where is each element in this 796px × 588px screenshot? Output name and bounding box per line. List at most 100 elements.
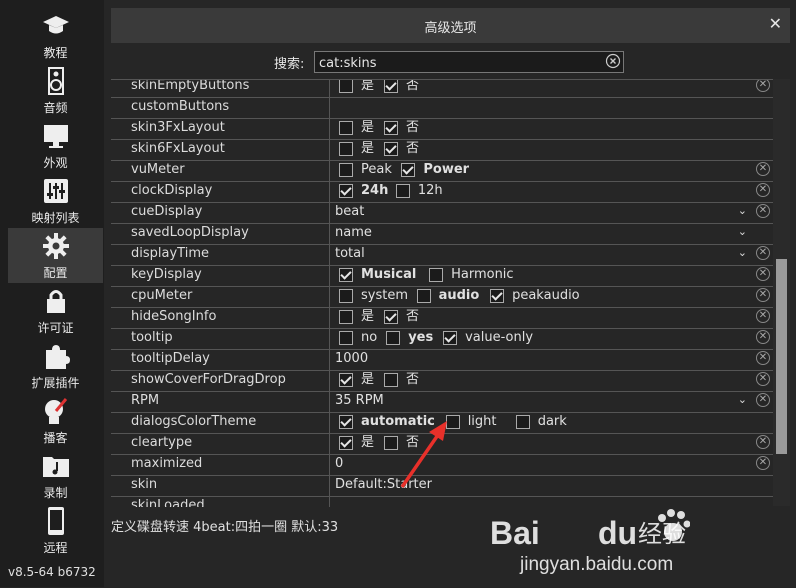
checkbox[interactable] xyxy=(384,310,398,324)
option-value-cell[interactable]: 1000 ✕ xyxy=(331,349,773,370)
sidebar-item-8[interactable]: 播客 xyxy=(8,393,103,448)
option-choice[interactable]: 是 xyxy=(339,80,374,94)
sidebar-item-9[interactable]: 录制 xyxy=(8,448,103,503)
option-choice[interactable]: yes xyxy=(386,330,433,346)
option-choice[interactable]: 是 xyxy=(339,141,374,157)
close-icon[interactable]: ✕ xyxy=(769,14,782,33)
option-choice[interactable]: 是 xyxy=(339,435,374,451)
option-choice[interactable]: Harmonic xyxy=(429,267,514,283)
option-value-cell[interactable]: Musical Harmonic ✕ xyxy=(331,265,773,286)
option-value-cell[interactable]: 是 否 ✕ xyxy=(331,433,773,454)
reset-icon[interactable]: ✕ xyxy=(756,204,770,218)
vertical-scrollbar[interactable] xyxy=(773,79,790,506)
checkbox[interactable] xyxy=(339,142,353,156)
option-choice[interactable]: 否 xyxy=(384,372,419,388)
option-value-cell[interactable]: Peak Power ✕ xyxy=(331,160,773,181)
reset-icon[interactable]: ✕ xyxy=(756,246,770,260)
option-choice[interactable]: 是 xyxy=(339,372,374,388)
chevron-down-icon[interactable]: ⌄ xyxy=(738,222,747,242)
checkbox[interactable] xyxy=(384,142,398,156)
reset-icon[interactable]: ✕ xyxy=(756,393,770,407)
sidebar-item-10[interactable]: 远程 xyxy=(8,503,103,558)
option-choice[interactable]: 否 xyxy=(384,80,419,94)
option-choice[interactable]: no xyxy=(339,330,377,346)
checkbox[interactable] xyxy=(339,415,353,429)
checkbox[interactable] xyxy=(429,268,444,282)
checkbox[interactable] xyxy=(443,331,458,345)
option-choice[interactable]: 否 xyxy=(384,309,419,325)
reset-icon[interactable]: ✕ xyxy=(756,267,770,281)
sidebar-item-6[interactable]: 许可证 xyxy=(8,283,103,338)
checkbox[interactable] xyxy=(339,436,353,450)
checkbox[interactable] xyxy=(339,80,353,93)
reset-icon[interactable]: ✕ xyxy=(756,435,770,449)
chevron-down-icon[interactable]: ⌄ xyxy=(738,243,747,263)
option-value-cell[interactable]: 35 RPM ⌄ ✕ xyxy=(331,391,773,412)
sidebar-item-4[interactable]: 映射列表 xyxy=(8,173,103,228)
option-value-cell[interactable]: 是否 xyxy=(331,118,773,139)
option-value-cell[interactable]: 0 ✕ xyxy=(331,454,773,475)
sidebar-item-2[interactable]: 音频 xyxy=(8,63,103,118)
reset-icon[interactable]: ✕ xyxy=(756,80,770,92)
reset-icon[interactable]: ✕ xyxy=(756,309,770,323)
option-choice[interactable]: audio xyxy=(416,288,479,304)
option-choice[interactable]: Musical xyxy=(339,267,416,283)
option-choice[interactable]: value-only xyxy=(443,330,533,346)
option-choice[interactable]: 是 xyxy=(339,120,374,136)
option-value-cell[interactable]: 是 否 ✕ xyxy=(331,307,773,328)
checkbox[interactable] xyxy=(339,289,353,303)
option-value-cell[interactable]: automatic light dark xyxy=(331,412,773,433)
option-choice[interactable]: dark xyxy=(515,414,567,430)
checkbox[interactable] xyxy=(339,373,353,387)
sidebar-item-1[interactable]: 教程 xyxy=(8,8,103,63)
option-choice[interactable]: system xyxy=(339,288,408,304)
option-value-cell[interactable]: name ⌄ xyxy=(331,223,773,244)
scrollbar-thumb[interactable] xyxy=(776,259,787,454)
checkbox[interactable] xyxy=(339,163,353,177)
checkbox[interactable] xyxy=(339,121,353,135)
chevron-down-icon[interactable]: ⌄ xyxy=(738,390,747,410)
option-choice[interactable]: Peak xyxy=(339,162,392,178)
option-value-cell[interactable] xyxy=(331,97,773,118)
reset-icon[interactable]: ✕ xyxy=(756,183,770,197)
checkbox[interactable] xyxy=(515,415,530,429)
search-input[interactable] xyxy=(315,53,589,74)
checkbox[interactable] xyxy=(339,184,353,198)
checkbox[interactable] xyxy=(339,331,353,345)
clear-search-icon[interactable] xyxy=(605,53,621,69)
reset-icon[interactable]: ✕ xyxy=(756,330,770,344)
option-value-cell[interactable]: system audio peakaudio ✕ xyxy=(331,286,773,307)
option-choice[interactable]: 否 xyxy=(384,120,419,136)
option-choice[interactable]: 12h xyxy=(395,183,443,199)
option-value-cell[interactable]: 是 否 ✕ xyxy=(331,370,773,391)
checkbox[interactable] xyxy=(445,415,460,429)
search-field[interactable] xyxy=(314,51,624,74)
option-choice[interactable]: automatic xyxy=(339,414,435,430)
checkbox[interactable] xyxy=(401,163,416,177)
option-value-cell[interactable]: 是否 xyxy=(331,139,773,160)
reset-icon[interactable]: ✕ xyxy=(756,288,770,302)
option-choice[interactable]: 否 xyxy=(384,435,419,451)
option-choice[interactable]: Power xyxy=(401,162,469,178)
option-value-cell[interactable]: no yes value-only ✕ xyxy=(331,328,773,349)
option-value-cell[interactable]: 是 否 ✕ xyxy=(331,80,773,97)
option-choice[interactable]: light xyxy=(445,414,497,430)
reset-icon[interactable]: ✕ xyxy=(756,372,770,386)
reset-icon[interactable]: ✕ xyxy=(756,162,770,176)
checkbox[interactable] xyxy=(339,310,353,324)
option-value-cell[interactable]: total ⌄ ✕ xyxy=(331,244,773,265)
sidebar-item-5[interactable]: 配置 xyxy=(8,228,103,283)
checkbox[interactable] xyxy=(395,184,410,198)
checkbox[interactable] xyxy=(384,436,398,450)
checkbox[interactable] xyxy=(384,121,398,135)
option-value-cell[interactable]: Default:Starter xyxy=(331,475,773,496)
option-value-cell[interactable]: 24h 12h ✕ xyxy=(331,181,773,202)
option-choice[interactable]: peakaudio xyxy=(490,288,580,304)
checkbox[interactable] xyxy=(490,289,505,303)
option-choice[interactable]: 是 xyxy=(339,309,374,325)
chevron-down-icon[interactable]: ⌄ xyxy=(738,201,747,221)
reset-icon[interactable]: ✕ xyxy=(756,351,770,365)
option-choice[interactable]: 否 xyxy=(384,141,419,157)
option-value-cell[interactable]: beat ⌄ ✕ xyxy=(331,202,773,223)
checkbox[interactable] xyxy=(384,80,398,93)
